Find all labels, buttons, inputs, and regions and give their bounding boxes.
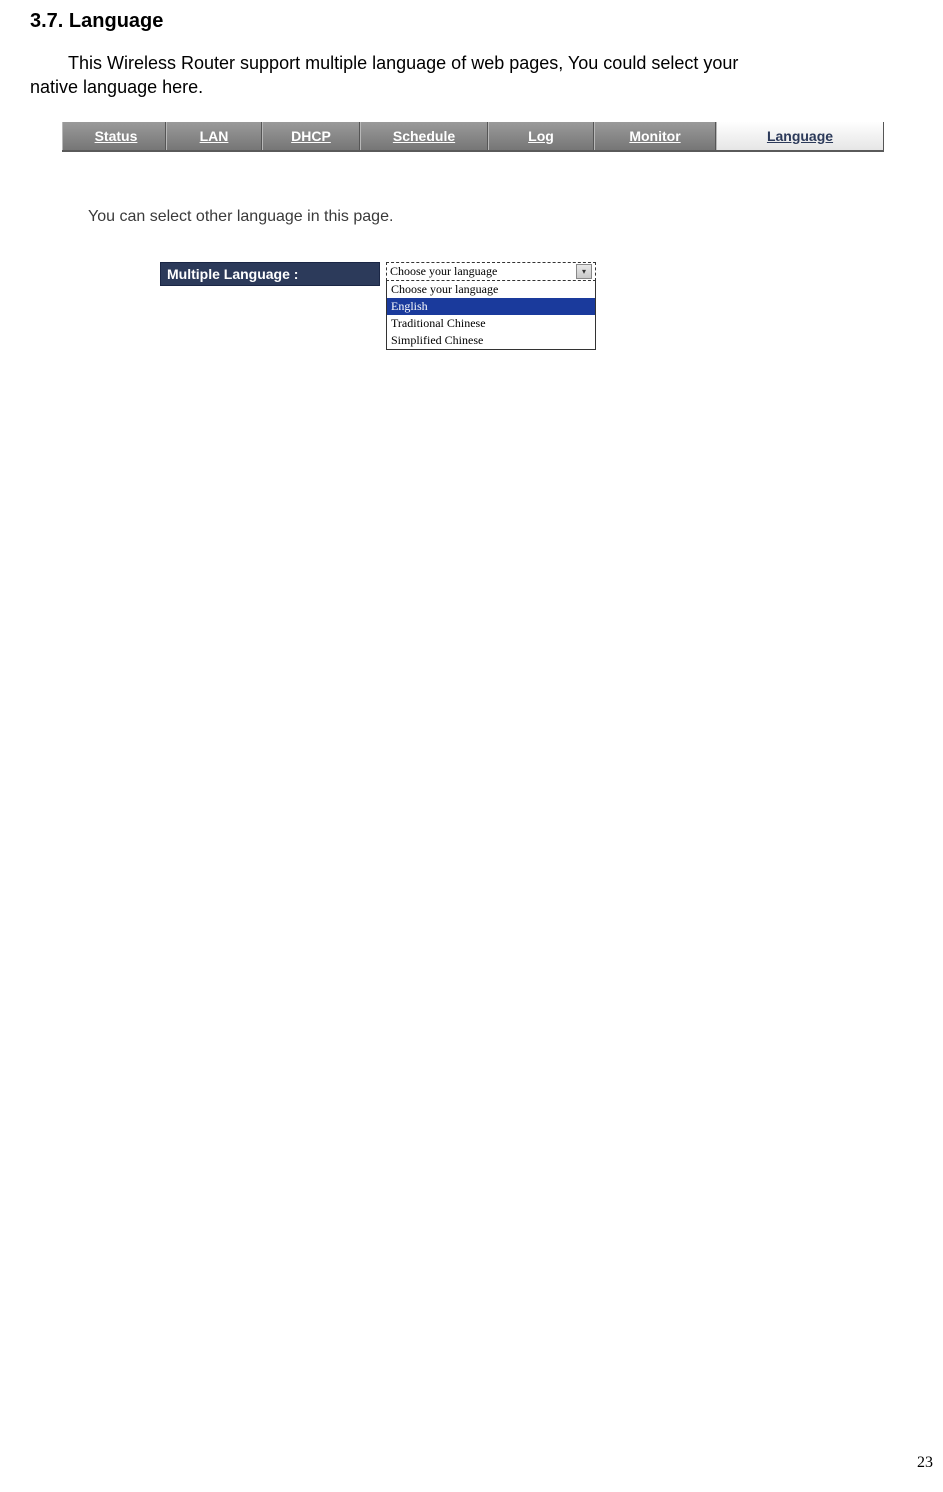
tab-monitor[interactable]: Monitor (594, 122, 716, 150)
language-option-english[interactable]: English (387, 298, 595, 315)
language-form-row: Multiple Language : Choose your language… (160, 262, 884, 350)
section-heading: 3.7. Language (30, 10, 913, 33)
language-selected-value: Choose your language (390, 264, 497, 279)
content-area: You can select other language in this pa… (62, 152, 884, 412)
dropdown-arrow-icon[interactable]: ▾ (576, 264, 592, 279)
intro-line-2: native language here. (30, 77, 203, 97)
page-number: 23 (917, 1454, 933, 1472)
intro-line-1: This Wireless Router support multiple la… (68, 53, 738, 73)
multiple-language-label: Multiple Language : (160, 262, 380, 286)
tab-status[interactable]: Status (62, 122, 166, 150)
language-dropdown-list: Choose your language English Traditional… (386, 281, 596, 350)
tab-schedule[interactable]: Schedule (360, 122, 488, 150)
language-option-placeholder[interactable]: Choose your language (387, 281, 595, 298)
tab-log[interactable]: Log (488, 122, 594, 150)
intro-paragraph: This Wireless Router support multiple la… (30, 51, 913, 100)
tab-language[interactable]: Language (716, 122, 884, 150)
router-config-screenshot: Status LAN DHCP Schedule Log Monitor Lan… (62, 122, 884, 412)
language-select[interactable]: Choose your language ▾ Choose your langu… (386, 262, 596, 350)
language-option-simplified-chinese[interactable]: Simplified Chinese (387, 332, 595, 349)
tab-lan[interactable]: LAN (166, 122, 262, 150)
tab-dhcp[interactable]: DHCP (262, 122, 360, 150)
page-description: You can select other language in this pa… (88, 208, 884, 226)
language-option-traditional-chinese[interactable]: Traditional Chinese (387, 315, 595, 332)
language-select-display[interactable]: Choose your language ▾ (386, 262, 596, 281)
tab-bar: Status LAN DHCP Schedule Log Monitor Lan… (62, 122, 884, 152)
